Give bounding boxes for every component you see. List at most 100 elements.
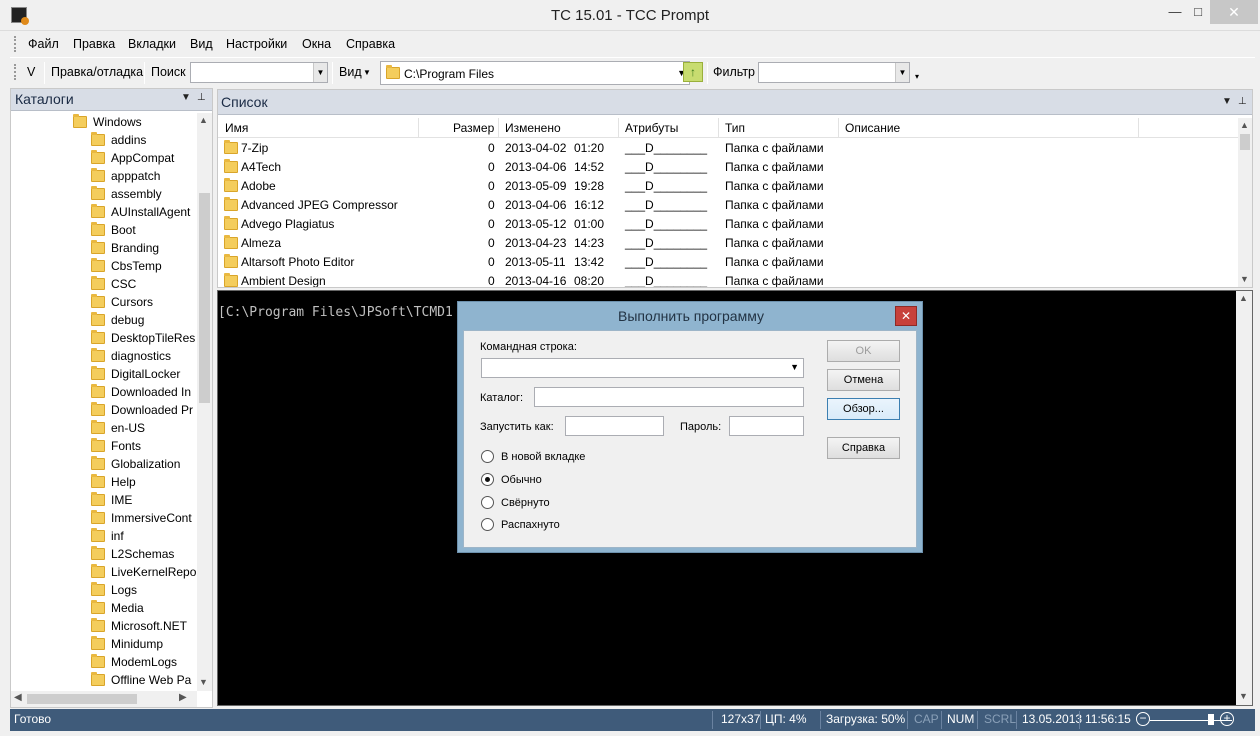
table-row[interactable]: Advanced JPEG Compressor 0 2013-04-06 16:12…: [218, 196, 1238, 215]
tree-item[interactable]: Logs: [11, 581, 197, 599]
menu-settings[interactable]: Настройки: [226, 37, 287, 51]
table-row[interactable]: A4Tech 0 2013-04-06 14:52 ___D________ Папка …: [218, 158, 1238, 177]
tree-item[interactable]: Help: [11, 473, 197, 491]
password-input[interactable]: [729, 416, 804, 436]
table-row[interactable]: Almeza 0 2013-04-23 14:23 ___D________ Папка …: [218, 234, 1238, 253]
table-row[interactable]: Adobe 0 2013-05-09 19:28 ___D________ Папка с…: [218, 177, 1238, 196]
tree-item[interactable]: Microsoft.NET: [11, 617, 197, 635]
dialog-close-icon[interactable]: ✕: [895, 306, 917, 326]
edit-debug-button[interactable]: Правка/отладка: [51, 65, 143, 79]
tree-vertical-scrollbar[interactable]: ▲ ▼: [197, 113, 212, 691]
radio-maximized[interactable]: [481, 518, 494, 531]
table-row[interactable]: Ambient Design 0 2013-04-16 08:20 ___D______…: [218, 272, 1238, 287]
close-button[interactable]: ✕: [1210, 0, 1258, 24]
toolbar-grip[interactable]: [14, 64, 17, 80]
command-line-input[interactable]: ▼: [481, 358, 804, 378]
tree-item[interactable]: ModemLogs: [11, 653, 197, 671]
tree-horizontal-scrollbar[interactable]: ◀ ▶: [11, 691, 197, 707]
column-type[interactable]: Тип: [725, 121, 745, 135]
tree-item[interactable]: Cursors: [11, 293, 197, 311]
scroll-up-icon[interactable]: ▲: [1239, 293, 1248, 303]
tree-item[interactable]: AppCompat: [11, 149, 197, 167]
scroll-left-icon[interactable]: ◀: [14, 692, 22, 703]
tree-item[interactable]: en-US: [11, 419, 197, 437]
tree-item[interactable]: DigitalLocker: [11, 365, 197, 383]
tree-item[interactable]: Media: [11, 599, 197, 617]
zoom-slider[interactable]: − +: [1136, 712, 1246, 728]
column-modified[interactable]: Изменено: [505, 121, 561, 135]
scroll-down-icon[interactable]: ▼: [1239, 691, 1248, 701]
menu-tabs[interactable]: Вкладки: [128, 37, 176, 51]
tree-item[interactable]: assembly: [11, 185, 197, 203]
tree-item[interactable]: Fonts: [11, 437, 197, 455]
browse-button[interactable]: Обзор...: [827, 398, 900, 420]
toolbar-overflow-icon[interactable]: ▾: [915, 72, 919, 81]
tree-item[interactable]: CSC: [11, 275, 197, 293]
scrollbar-thumb[interactable]: [199, 193, 210, 403]
tree-item[interactable]: AUInstallAgent: [11, 203, 197, 221]
scroll-down-icon[interactable]: ▼: [199, 677, 208, 687]
menu-edit[interactable]: Правка: [73, 37, 115, 51]
scrollbar-thumb[interactable]: [27, 694, 137, 704]
menu-help[interactable]: Справка: [346, 37, 395, 51]
tree-item[interactable]: inf: [11, 527, 197, 545]
tree-item-root[interactable]: Windows: [11, 113, 197, 131]
column-size[interactable]: Размер: [453, 121, 494, 135]
scroll-right-icon[interactable]: ▶: [179, 692, 187, 703]
tree-item[interactable]: Boot: [11, 221, 197, 239]
tree-item[interactable]: LiveKernelRepo: [11, 563, 197, 581]
menu-file[interactable]: Файл: [28, 37, 59, 51]
chevron-down-icon[interactable]: ▼: [181, 92, 191, 103]
file-list-scrollbar[interactable]: ▲ ▼: [1238, 118, 1252, 287]
tree-item[interactable]: Offline Web Pa: [11, 671, 197, 689]
maximize-button[interactable]: □: [1183, 0, 1213, 24]
run-as-input[interactable]: [565, 416, 664, 436]
directory-input[interactable]: [534, 387, 804, 407]
cancel-button[interactable]: Отмена: [827, 369, 900, 391]
filter-input[interactable]: ▼: [758, 62, 910, 83]
tree-item[interactable]: Globalization: [11, 455, 197, 473]
tree-item[interactable]: Downloaded In: [11, 383, 197, 401]
help-button[interactable]: Справка: [827, 437, 900, 459]
folder-up-icon[interactable]: ↑: [683, 62, 703, 82]
chevron-down-icon[interactable]: ▼: [363, 68, 371, 77]
column-attributes[interactable]: Атрибуты: [625, 121, 678, 135]
tree-item[interactable]: diagnostics: [11, 347, 197, 365]
chevron-down-icon[interactable]: ▼: [313, 63, 327, 82]
tree-item[interactable]: addins: [11, 131, 197, 149]
table-row[interactable]: 7-Zip 0 2013-04-02 01:20 ___D________ Папка с…: [218, 139, 1238, 158]
tree-item[interactable]: CbsTemp: [11, 257, 197, 275]
pin-icon[interactable]: ⊥: [1238, 96, 1247, 107]
tree-item[interactable]: DesktopTileRes: [11, 329, 197, 347]
menu-view[interactable]: Вид: [190, 37, 213, 51]
radio-normal[interactable]: [481, 473, 494, 486]
path-combo[interactable]: C:\Program Files ▼: [380, 61, 690, 85]
v-button[interactable]: V: [27, 65, 35, 79]
view-dropdown[interactable]: Вид: [339, 65, 362, 79]
pin-icon[interactable]: ⊥: [197, 92, 206, 103]
tree-item[interactable]: apppatch: [11, 167, 197, 185]
radio-new-tab[interactable]: [481, 450, 494, 463]
tree-item[interactable]: L2Schemas: [11, 545, 197, 563]
scroll-down-icon[interactable]: ▼: [1240, 274, 1249, 284]
toolbar-grip[interactable]: [14, 36, 17, 52]
search-input[interactable]: ▼: [190, 62, 328, 83]
scroll-up-icon[interactable]: ▲: [1240, 120, 1249, 130]
table-row[interactable]: Altarsoft Photo Editor 0 2013-05-11 13:42 __…: [218, 253, 1238, 272]
tree-item[interactable]: IME: [11, 491, 197, 509]
scrollbar-thumb[interactable]: [1240, 134, 1250, 150]
console-scrollbar[interactable]: ▲ ▼: [1236, 291, 1252, 705]
radio-minimized[interactable]: [481, 496, 494, 509]
tree-item[interactable]: Minidump: [11, 635, 197, 653]
chevron-down-icon[interactable]: ▼: [790, 362, 799, 372]
tree-item[interactable]: Branding: [11, 239, 197, 257]
column-description[interactable]: Описание: [845, 121, 900, 135]
zoom-in-icon[interactable]: +: [1220, 712, 1234, 726]
menu-windows[interactable]: Окна: [302, 37, 331, 51]
tree-item[interactable]: ImmersiveCont: [11, 509, 197, 527]
table-row[interactable]: Advego Plagiatus 0 2013-05-12 01:00 ___D____…: [218, 215, 1238, 234]
chevron-down-icon[interactable]: ▼: [895, 63, 909, 82]
tree-item[interactable]: Downloaded Pr: [11, 401, 197, 419]
zoom-slider-handle[interactable]: [1208, 714, 1214, 725]
chevron-down-icon[interactable]: ▼: [1222, 96, 1232, 107]
